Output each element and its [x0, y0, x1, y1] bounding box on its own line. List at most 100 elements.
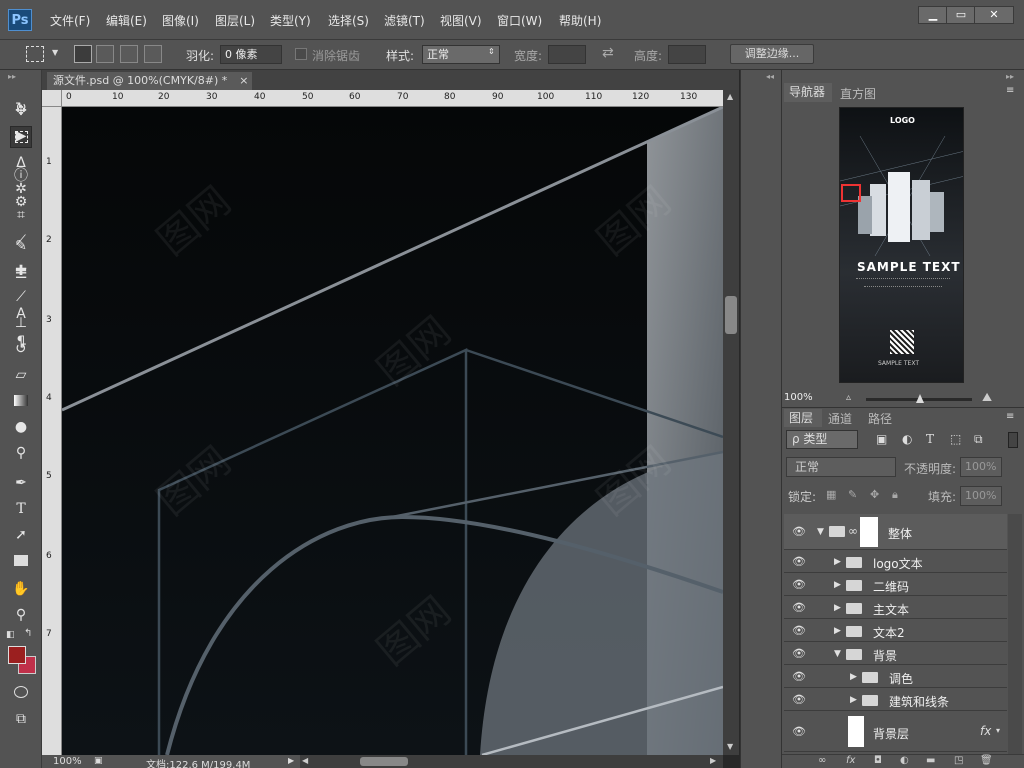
zoom-out-icon[interactable]: ▵: [846, 392, 851, 403]
path-select-tool-icon[interactable]: ➚: [10, 524, 32, 546]
layer-row[interactable]: 👁︎ ▶ 文本2: [784, 620, 1007, 642]
add-style-icon[interactable]: fx: [846, 755, 855, 766]
intersect-selection-icon[interactable]: [144, 45, 162, 63]
blend-mode-select[interactable]: 正常: [786, 457, 896, 477]
scroll-left-icon[interactable]: ◀: [302, 756, 308, 765]
layer-row[interactable]: 👁︎ ▶ logo文本: [784, 551, 1007, 573]
feather-input[interactable]: 0 像素: [220, 45, 282, 64]
new-group-icon[interactable]: ▬: [926, 755, 935, 766]
horizontal-scrollbar[interactable]: ◀ ▶: [300, 755, 723, 768]
document-canvas[interactable]: 图网 图网 图网 图网 图网 图网: [62, 107, 723, 755]
group-expanded-icon[interactable]: ▼: [817, 527, 824, 537]
group-collapsed-icon[interactable]: ▶: [834, 580, 841, 590]
group-collapsed-icon[interactable]: ▶: [834, 603, 841, 613]
tab-histogram[interactable]: 直方图: [840, 85, 876, 102]
close-button[interactable]: ✕: [974, 6, 1014, 24]
visibility-eye-icon[interactable]: 👁︎: [792, 693, 806, 706]
visibility-eye-icon[interactable]: 👁︎: [792, 578, 806, 591]
eraser-tool-icon[interactable]: ▱: [10, 364, 32, 386]
group-collapsed-icon[interactable]: ▶: [834, 557, 841, 567]
layer-row[interactable]: 👁︎ ▶ 主文本: [784, 597, 1007, 619]
new-layer-icon[interactable]: ◳: [954, 755, 963, 766]
vertical-scrollbar[interactable]: ▲ ▼: [723, 90, 739, 755]
paragraph-panel-icon[interactable]: ¶: [11, 332, 31, 352]
visibility-eye-icon[interactable]: 👁︎: [792, 525, 806, 538]
swap-icon[interactable]: ⇄: [602, 45, 614, 61]
maximize-button[interactable]: ▭: [946, 6, 976, 24]
lock-pixels-icon[interactable]: ✎: [848, 488, 857, 501]
layers-menu-icon[interactable]: ≡: [1006, 411, 1014, 422]
layer-row[interactable]: 👁︎ ▼ ∞ 整体: [784, 514, 1007, 550]
navigator-view-box[interactable]: [841, 184, 861, 202]
default-colors-icon[interactable]: ◧: [6, 630, 15, 640]
collapse-strip-icon[interactable]: ◂◂: [766, 72, 774, 81]
shape-tool-icon[interactable]: [14, 555, 28, 566]
filter-toggle[interactable]: [1008, 432, 1018, 448]
menu-help[interactable]: 帮助(H): [559, 12, 601, 29]
brush-presets-icon[interactable]: ☰: [11, 264, 31, 284]
filter-adjustment-icon[interactable]: ◐: [902, 432, 912, 446]
fill-input[interactable]: 100%: [960, 486, 1002, 506]
actions-panel-icon[interactable]: ▶: [11, 126, 31, 146]
width-input[interactable]: [548, 45, 586, 64]
character-panel-icon[interactable]: A: [11, 304, 31, 324]
layer-mask-thumbnail[interactable]: [860, 517, 878, 547]
filter-shape-icon[interactable]: ⬚: [950, 432, 961, 446]
document-tab[interactable]: 源文件.psd @ 100%(CMYK/8#) * ×: [47, 72, 252, 90]
tab-navigator[interactable]: 导航器: [784, 83, 832, 102]
filter-smart-object-icon[interactable]: ⧉: [974, 432, 983, 447]
zoom-in-icon[interactable]: ⛰: [982, 390, 992, 405]
effects-toggle-icon[interactable]: ▾: [996, 726, 1000, 735]
visibility-eye-icon[interactable]: 👁︎: [792, 725, 806, 738]
add-mask-icon[interactable]: ◘: [874, 755, 882, 766]
subtract-selection-icon[interactable]: [120, 45, 138, 63]
scroll-up-icon[interactable]: ▲: [727, 92, 733, 101]
navigator-zoom[interactable]: 100%: [784, 392, 813, 403]
menu-file[interactable]: 文件(F): [50, 12, 90, 29]
blur-tool-icon[interactable]: ●: [10, 416, 32, 438]
new-adjustment-icon[interactable]: ◐: [900, 755, 909, 766]
zoom-tool-icon[interactable]: ⚲: [10, 604, 32, 626]
height-input[interactable]: [668, 45, 706, 64]
history-panel-icon[interactable]: ↻: [11, 98, 31, 118]
filter-type-icon[interactable]: T: [926, 432, 934, 446]
layer-row[interactable]: 👁︎ ▶ 建筑和线条: [784, 689, 1007, 711]
scroll-down-icon[interactable]: ▼: [727, 742, 733, 751]
new-selection-icon[interactable]: [74, 45, 92, 63]
filter-type-select[interactable]: ρ 类型: [786, 430, 858, 449]
minimize-button[interactable]: ▁: [918, 6, 948, 24]
group-collapsed-icon[interactable]: ▶: [850, 695, 857, 705]
lock-position-icon[interactable]: ✥: [870, 488, 879, 501]
group-collapsed-icon[interactable]: ▶: [850, 672, 857, 682]
layers-scrollbar[interactable]: [1008, 514, 1022, 754]
pen-tool-icon[interactable]: ✒: [10, 472, 32, 494]
visibility-eye-icon[interactable]: 👁︎: [792, 647, 806, 660]
lock-all-icon[interactable]: 🔒︎: [892, 488, 898, 502]
screen-mode-icon[interactable]: ⧉: [10, 708, 32, 730]
close-tab-icon[interactable]: ×: [239, 74, 248, 87]
layer-thumbnail[interactable]: [848, 716, 864, 747]
export-icon[interactable]: ▣: [94, 756, 103, 766]
collapse-toolbox-icon[interactable]: ▸▸: [8, 72, 16, 81]
layer-row[interactable]: 👁︎ ▶ 调色: [784, 666, 1007, 688]
menu-layer[interactable]: 图层(L): [215, 12, 255, 29]
menu-type[interactable]: 类型(Y): [270, 12, 311, 29]
swap-colors-icon[interactable]: ↰: [24, 628, 32, 639]
menu-window[interactable]: 窗口(W): [497, 12, 542, 29]
navigator-thumbnail[interactable]: LOGO SAMPLE TEXT SAMPLE TEXT: [839, 107, 964, 383]
vertical-scroll-thumb[interactable]: [725, 296, 737, 334]
hand-tool-icon[interactable]: ✋: [10, 578, 32, 600]
antialias-checkbox[interactable]: [295, 48, 307, 60]
menu-select[interactable]: 选择(S): [328, 12, 369, 29]
visibility-eye-icon[interactable]: 👁︎: [792, 601, 806, 614]
foreground-color-swatch[interactable]: [8, 646, 26, 664]
info-panel-icon[interactable]: ⓘ: [11, 166, 31, 186]
group-collapsed-icon[interactable]: ▶: [834, 626, 841, 636]
delete-layer-icon[interactable]: 🗑︎: [980, 755, 993, 766]
link-layers-icon[interactable]: ∞: [818, 755, 826, 766]
tab-layers[interactable]: 图层: [784, 409, 822, 427]
tab-paths[interactable]: 路径: [868, 410, 892, 427]
visibility-eye-icon[interactable]: 👁︎: [792, 624, 806, 637]
vertical-ruler[interactable]: 1 2 3 4 5 6 7: [42, 107, 62, 755]
visibility-eye-icon[interactable]: 👁︎: [792, 670, 806, 683]
